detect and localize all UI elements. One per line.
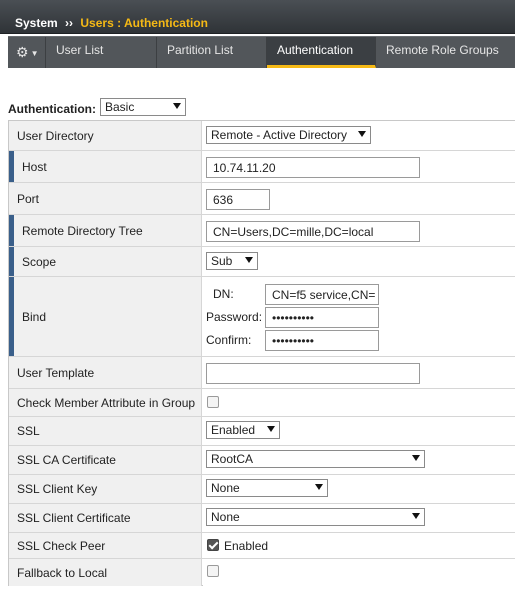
user-template-input[interactable] [206, 363, 420, 384]
check-member-attribute-label: Check Member Attribute in Group [17, 395, 196, 410]
dropdown-arrow-icon [358, 131, 366, 137]
row-bind: Bind DN: CN=f5 service,CN= Password: •••… [9, 277, 515, 357]
dn-label: DN: [213, 287, 234, 301]
row-fallback-to-local: Fallback to Local [9, 559, 515, 586]
ssl-client-certificate-select[interactable]: None [206, 508, 425, 526]
dropdown-arrow-icon [412, 513, 420, 519]
tab-partition-list[interactable]: Partition List [157, 37, 267, 68]
fallback-to-local-checkbox[interactable] [207, 565, 219, 577]
check-member-attribute-checkbox[interactable] [207, 396, 219, 408]
breadcrumb: System ›› Users : Authentication [15, 16, 208, 30]
ssl-check-peer-label: SSL Check Peer [17, 538, 106, 553]
row-ssl-client-key: SSL Client Key None [9, 475, 515, 504]
breadcrumb-separator: ›› [65, 16, 74, 30]
ssl-ca-certificate-select[interactable]: RootCA [206, 450, 425, 468]
gear-icon: ⚙ [16, 44, 29, 60]
user-template-label: User Template [17, 365, 95, 380]
ssl-select[interactable]: Enabled [206, 421, 280, 439]
row-port: Port 636 [9, 183, 515, 215]
password-label: Password: [206, 310, 263, 324]
row-host: Host 10.74.11.20 [9, 151, 515, 183]
row-ssl-ca-certificate: SSL CA Certificate RootCA [9, 446, 515, 475]
row-ssl: SSL Enabled [9, 417, 515, 446]
host-input[interactable]: 10.74.11.20 [206, 157, 420, 178]
dropdown-arrow-icon [267, 426, 275, 432]
header-bar: System ›› Users : Authentication [0, 0, 515, 34]
authentication-label: Authentication: [8, 102, 96, 116]
row-user-template: User Template [9, 357, 515, 389]
caret-down-icon: ▼ [30, 49, 39, 59]
ssl-client-key-select[interactable]: None [206, 479, 328, 497]
ssl-label: SSL [17, 424, 40, 438]
authentication-form: User Directory Remote - Active Directory… [8, 120, 515, 586]
ssl-ca-certificate-label: SSL CA Certificate [17, 453, 116, 467]
scope-label: Scope [22, 254, 57, 269]
row-remote-directory-tree: Remote Directory Tree CN=Users,DC=mille,… [9, 215, 515, 247]
confirm-label: Confirm: [206, 333, 252, 347]
bind-label: Bind [22, 309, 47, 324]
authentication-select[interactable]: Basic [100, 98, 186, 116]
port-input[interactable]: 636 [206, 189, 270, 210]
host-label: Host [22, 159, 47, 174]
confirm-password-input[interactable]: •••••••••• [265, 330, 379, 351]
dropdown-arrow-icon [315, 484, 323, 490]
dropdown-arrow-icon [245, 257, 253, 263]
authentication-select-value: Basic [105, 100, 135, 114]
ssl-client-key-label: SSL Client Key [17, 482, 98, 496]
tab-user-list[interactable]: User List [46, 37, 157, 68]
ssl-check-peer-checkbox[interactable] [207, 539, 219, 551]
tab-bar: ⚙ ▼ User List Partition List Authenticati… [8, 36, 515, 68]
password-input[interactable]: •••••••••• [265, 307, 379, 328]
tab-remote-role-groups[interactable]: Remote Role Groups [376, 37, 515, 68]
row-ssl-check-peer: SSL Check Peer Enabled [9, 533, 515, 559]
user-directory-label: User Directory [17, 128, 94, 143]
dropdown-arrow-icon [412, 455, 420, 461]
row-user-directory: User Directory Remote - Active Directory [9, 121, 515, 151]
tab-authentication[interactable]: Authentication [267, 37, 376, 68]
ssl-check-peer-enabled-label: Enabled [224, 539, 269, 553]
breadcrumb-current-page: Users : Authentication [80, 16, 208, 30]
remote-directory-tree-label: Remote Directory Tree [22, 223, 143, 238]
breadcrumb-system[interactable]: System [15, 16, 58, 30]
ssl-client-certificate-label: SSL Client Certificate [17, 511, 131, 525]
user-directory-select[interactable]: Remote - Active Directory [206, 126, 371, 144]
row-scope: Scope Sub [9, 247, 515, 277]
row-ssl-client-certificate: SSL Client Certificate None [9, 504, 515, 533]
fallback-to-local-label: Fallback to Local [17, 565, 108, 580]
port-label: Port [17, 191, 40, 206]
scope-select[interactable]: Sub [206, 252, 258, 270]
remote-directory-tree-input[interactable]: CN=Users,DC=mille,DC=local [206, 221, 420, 242]
row-check-member-attribute: Check Member Attribute in Group [9, 389, 515, 417]
gear-menu-button[interactable]: ⚙ ▼ [8, 37, 46, 68]
dropdown-arrow-icon [173, 103, 181, 109]
dn-input[interactable]: CN=f5 service,CN= [265, 284, 379, 305]
